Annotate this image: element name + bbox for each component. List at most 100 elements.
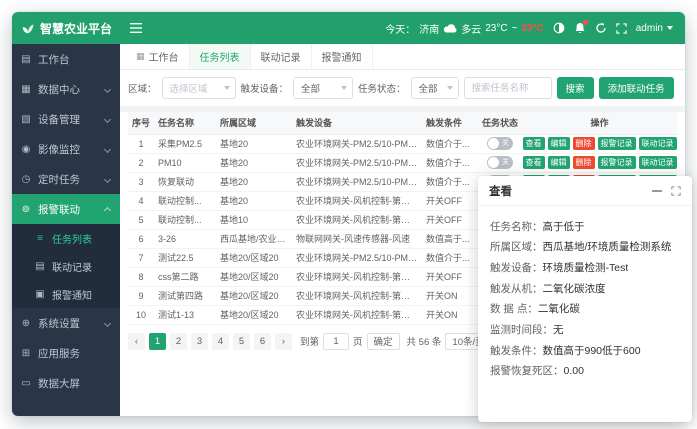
data-screen-icon: ▭ [20, 378, 32, 389]
trigger-device: 农业环境网关-风机控制-第二路 [292, 210, 422, 229]
sidebar-item[interactable]: ⊞ 应用服务 [12, 338, 120, 368]
tab[interactable]: 联动记录 [251, 44, 312, 69]
sidebar-item[interactable]: ▧ 设备管理 [12, 104, 120, 134]
sidebar-item[interactable]: ◷ 定时任务 [12, 164, 120, 194]
fullscreen-icon[interactable] [616, 23, 627, 34]
column-header: 触发设备 [292, 112, 422, 134]
sidebar-item[interactable]: ▤ 工作台 [12, 44, 120, 74]
view-button[interactable]: 查看 [523, 156, 545, 169]
row-index: 4 [128, 191, 154, 210]
field-label: 任务名称： [490, 220, 543, 234]
view-button[interactable]: 查看 [523, 137, 545, 150]
jump-confirm-button[interactable]: 确定 [367, 333, 400, 350]
page-number-button[interactable]: 6 [254, 333, 271, 350]
task-region: 基地10 [216, 210, 292, 229]
home-icon: ▦ [136, 51, 145, 62]
sidebar-item[interactable]: ▤ 联动记录 [12, 252, 120, 280]
prev-page-button[interactable]: ‹ [128, 333, 145, 350]
field-value: 二氧化碳 [538, 302, 580, 316]
task-status-toggle[interactable]: 关 [487, 156, 513, 169]
delete-button[interactable]: 删除 [573, 137, 595, 150]
sidebar-menu: ▤ 工作台 ▦ 数据中心 ▧ 设备管理 ◉ 影像监控 ◷ 定时任务 ⊚ 报警联动… [12, 44, 120, 398]
topbar-right: 今天：济南 多云 23°C ~ 33°C [385, 21, 685, 36]
page-number-button[interactable]: 2 [170, 333, 187, 350]
chevron-icon [104, 115, 111, 122]
weather-condition: 多云 [461, 21, 481, 36]
jump-page-input[interactable] [323, 333, 349, 350]
status-select[interactable]: 全部 [411, 77, 459, 99]
task-name: 测试22.5 [154, 248, 216, 267]
device-select[interactable]: 全部 [293, 77, 353, 99]
system-settings-icon: ⊕ [20, 318, 32, 329]
temp-range-separator: ~ [512, 23, 518, 34]
tab[interactable]: 任务列表 [190, 44, 251, 69]
edit-button[interactable]: 编辑 [548, 137, 570, 150]
sidebar-item[interactable]: ▭ 数据大屏 [12, 368, 120, 398]
chevron-icon [104, 175, 111, 182]
page-number-button[interactable]: 1 [149, 333, 166, 350]
page-number-button[interactable]: 4 [212, 333, 229, 350]
field-value: 0.00 [564, 364, 584, 378]
chevron-down-icon [341, 86, 347, 90]
sidebar-item[interactable]: ⊕ 系统设置 [12, 308, 120, 338]
task-region: 基地20/区域20 [216, 267, 292, 286]
brand: 智慧农业平台 [12, 20, 120, 37]
row-index: 6 [128, 229, 154, 248]
tab[interactable]: ▦ 工作台 [126, 44, 190, 69]
row-index: 7 [128, 248, 154, 267]
trigger-device: 农业环境网关-风机控制-第二路 [292, 267, 422, 286]
notification-badge [583, 20, 588, 25]
detail-panel-body: 任务名称： 高于低于 所属区域： 西瓜基地/环境质量检测系统 触发设备： 环境质… [478, 206, 692, 378]
chevron-down-icon [447, 86, 453, 90]
search-button[interactable]: 搜索 [557, 77, 594, 99]
edit-button[interactable]: 编辑 [548, 156, 570, 169]
detail-field: 触发设备： 环境质量检测-Test [490, 261, 680, 275]
task-name: PM10 [154, 153, 216, 172]
column-header: 操作 [522, 112, 677, 134]
refresh-icon[interactable] [595, 22, 607, 34]
add-linkage-task-button[interactable]: 添加联动任务 [599, 77, 674, 99]
minimize-icon[interactable] [652, 190, 662, 192]
region-filter-label: 区域： [128, 81, 157, 95]
task-region: 基地20/区域20 [216, 248, 292, 267]
trigger-condition: 数值介于... [422, 134, 478, 153]
sidebar-item[interactable]: ⊚ 报警联动 [12, 194, 120, 224]
trigger-device: 农业环境网关-风机控制-第四路 [292, 305, 422, 324]
user-menu[interactable]: admin [636, 23, 673, 34]
table-header-row: 序号任务名称所属区域触发设备触发条件任务状态操作 [128, 112, 677, 134]
trigger-condition: 数值介于... [422, 153, 478, 172]
task-region: 基地20 [216, 172, 292, 191]
trigger-device: 物联网网关-风速传感器-风速 [292, 229, 422, 248]
region-select[interactable]: 选择区域 [162, 77, 236, 99]
linkage-record-button[interactable]: 联动记录 [639, 137, 677, 150]
field-value: 西瓜基地/环境质量检测系统 [543, 240, 672, 254]
sidebar-item[interactable]: ▣ 报警通知 [12, 280, 120, 308]
chevron-down-icon [667, 26, 673, 30]
expand-icon[interactable] [671, 186, 681, 196]
page-number-button[interactable]: 3 [191, 333, 208, 350]
next-page-button[interactable]: › [275, 333, 292, 350]
delete-button[interactable]: 删除 [573, 156, 595, 169]
alarm-record-button[interactable]: 报警记录 [598, 137, 636, 150]
sidebar-item[interactable]: ◉ 影像监控 [12, 134, 120, 164]
column-header: 触发条件 [422, 112, 478, 134]
column-header: 所属区域 [216, 112, 292, 134]
trigger-condition: 数值高于... [422, 229, 478, 248]
alarm-record-button[interactable]: 报警记录 [598, 156, 636, 169]
sidebar-item[interactable]: ≡ 任务列表 [12, 224, 120, 252]
weather-info: 今天：济南 多云 23°C ~ 33°C [385, 21, 544, 36]
task-status-toggle[interactable]: 关 [487, 137, 513, 150]
search-input[interactable] [464, 77, 552, 99]
sidebar-item-label: 设备管理 [38, 112, 80, 127]
linkage-record-button[interactable]: 联动记录 [639, 156, 677, 169]
sidebar-item[interactable]: ▦ 数据中心 [12, 74, 120, 104]
sidebar-item-label: 系统设置 [38, 316, 80, 331]
hamburger-menu-icon[interactable] [130, 23, 142, 33]
theme-icon[interactable] [553, 22, 565, 34]
page-number-button[interactable]: 5 [233, 333, 250, 350]
alarm-linkage-icon: ⊚ [20, 204, 32, 215]
bell-icon[interactable] [574, 22, 586, 34]
detail-panel-header: 查看 [478, 176, 692, 206]
trigger-device: 农业环境网关-风机控制-第四路 [292, 286, 422, 305]
tab[interactable]: 报警通知 [312, 44, 373, 69]
